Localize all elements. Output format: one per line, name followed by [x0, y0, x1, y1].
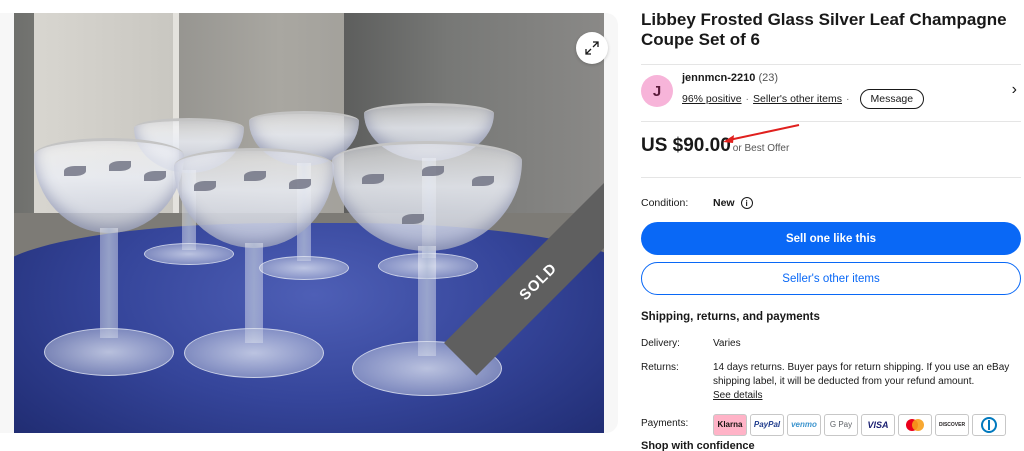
- seller-other-items-link[interactable]: Seller's other items: [753, 93, 842, 105]
- payment-methods: Klarna PayPal venmo G Pay VISA DISCOVER: [713, 414, 1006, 436]
- seller-avatar[interactable]: J: [641, 75, 673, 107]
- shop-with-confidence-heading: Shop with confidence: [641, 440, 755, 451]
- image-gallery[interactable]: SOLD: [0, 13, 618, 433]
- paypal-icon: PayPal: [750, 414, 784, 436]
- divider: [641, 121, 1021, 122]
- separator-dot: ·: [846, 93, 850, 105]
- returns-value: 14 days returns. Buyer pays for return s…: [713, 362, 1010, 387]
- delivery-value: Varies: [713, 338, 741, 349]
- price-row: US $90.00 or Best Offer: [641, 124, 1021, 165]
- seller-name[interactable]: jennmcn-2210 (23): [682, 72, 778, 84]
- info-icon[interactable]: i: [740, 197, 753, 209]
- listing-title: Libbey Frosted Glass Silver Leaf Champag…: [641, 10, 1007, 49]
- google-pay-icon: G Pay: [824, 414, 858, 436]
- sellers-other-items-button[interactable]: Seller's other items: [641, 262, 1021, 295]
- red-arrow-annotation: [723, 124, 800, 143]
- see-details-link[interactable]: See details: [713, 389, 762, 403]
- returns-label: Returns:: [641, 362, 679, 373]
- delivery-row: Delivery: Varies: [641, 337, 1021, 351]
- listing-details: Libbey Frosted Glass Silver Leaf Champag…: [641, 10, 1021, 436]
- diners-club-icon: [972, 414, 1006, 436]
- seller-username[interactable]: jennmcn-2210: [682, 72, 755, 84]
- price: US $90.00: [641, 135, 731, 156]
- discover-icon: DISCOVER: [935, 414, 969, 436]
- seller-feedback-count: (23): [758, 72, 778, 84]
- visa-icon: VISA: [861, 414, 895, 436]
- klarna-icon: Klarna: [713, 414, 747, 436]
- returns-text: 14 days returns. Buyer pays for return s…: [713, 361, 1013, 403]
- condition-label: Condition:: [641, 197, 689, 209]
- seller-links: 96% positive · Seller's other items · Me…: [682, 89, 925, 109]
- payments-row: Payments: Klarna PayPal venmo G Pay VISA…: [641, 414, 1021, 436]
- message-button[interactable]: Message: [859, 89, 925, 109]
- product-photo[interactable]: SOLD: [14, 13, 604, 433]
- returns-row: Returns: 14 days returns. Buyer pays for…: [641, 361, 1021, 403]
- shipping-heading: Shipping, returns, and payments: [641, 311, 820, 323]
- divider: [641, 177, 1021, 178]
- sold-label: SOLD: [515, 259, 561, 304]
- expand-icon: [585, 41, 599, 55]
- separator-dot: ·: [745, 93, 750, 105]
- chevron-right-icon[interactable]: ›: [1012, 81, 1017, 99]
- condition-row: Condition: New i: [641, 196, 1021, 210]
- venmo-icon: venmo: [787, 414, 821, 436]
- seller-card[interactable]: J jennmcn-2210 (23) 96% positive · Selle…: [641, 65, 1021, 121]
- mastercard-icon: [898, 414, 932, 436]
- expand-image-button[interactable]: [576, 32, 608, 64]
- payments-label: Payments:: [641, 418, 689, 429]
- delivery-label: Delivery:: [641, 338, 680, 349]
- sell-one-like-this-button[interactable]: Sell one like this: [641, 222, 1021, 255]
- condition-value: New: [713, 197, 735, 209]
- seller-positive-link[interactable]: 96% positive: [682, 93, 742, 105]
